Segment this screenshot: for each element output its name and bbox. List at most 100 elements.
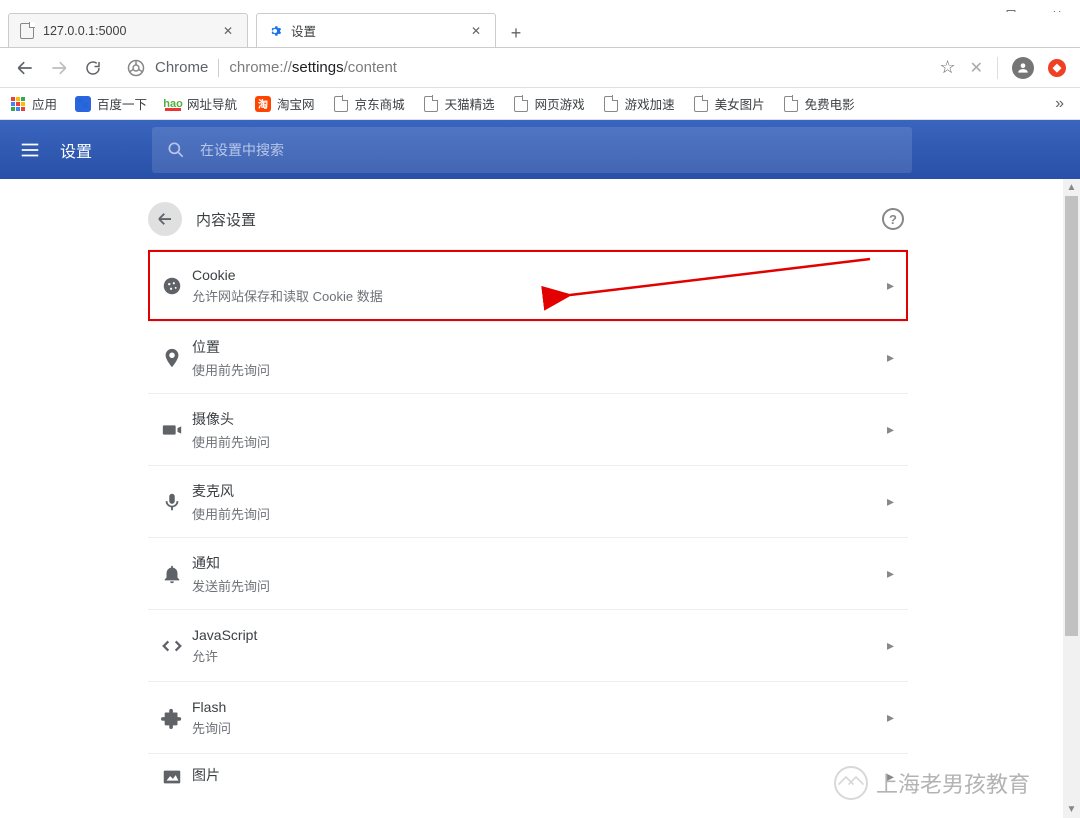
bookmarks-bar: 应用 🐾 百度一下 hao 网址导航 淘 淘宝网 京东商城 天猫精选 网页游戏 …	[0, 88, 1080, 120]
row-mic[interactable]: 麦克风 使用前先询问 ▸	[148, 465, 908, 537]
row-subtitle: 允许	[192, 646, 877, 665]
file-icon	[513, 96, 529, 112]
row-flash[interactable]: Flash 先询问 ▸	[148, 681, 908, 753]
row-subtitle: 使用前先询问	[192, 432, 877, 451]
url-origin: Chrome	[155, 59, 208, 76]
bookmark-taobao[interactable]: 淘 淘宝网	[255, 94, 315, 113]
bookmark-baidu[interactable]: 🐾 百度一下	[75, 94, 147, 113]
file-icon	[783, 96, 799, 112]
row-location[interactable]: 位置 使用前先询问 ▸	[148, 321, 908, 393]
menu-button[interactable]	[0, 120, 60, 179]
scroll-down-icon[interactable]: ▼	[1063, 801, 1080, 818]
cookie-icon	[152, 275, 192, 297]
row-subtitle: 允许网站保存和读取 Cookie 数据	[192, 286, 877, 305]
row-subtitle: 使用前先询问	[192, 360, 877, 379]
toolbar: Chrome chrome://settings/content ☆ ✕ ◆	[0, 48, 1080, 88]
forward-button	[42, 51, 76, 85]
row-title: JavaScript	[192, 627, 877, 643]
file-icon	[333, 96, 349, 112]
url-text: chrome://settings/content	[229, 59, 397, 76]
puzzle-icon	[152, 707, 192, 729]
page-title: 内容设置	[196, 209, 882, 230]
extension-icon[interactable]: ✕	[970, 58, 983, 78]
tab-strip: 127.0.0.1:5000 ✕ 设置 ✕ +	[0, 12, 1080, 48]
reload-button[interactable]	[76, 51, 110, 85]
bookmark-hao[interactable]: hao 网址导航	[165, 94, 237, 113]
bookmark-gameboost[interactable]: 游戏加速	[603, 94, 675, 113]
content-area: 内容设置 ? Cookie 允许网站保存和读取 Cookie 数据 ▸ 位置 使…	[0, 179, 1056, 818]
settings-search[interactable]	[152, 127, 912, 173]
chevron-right-icon: ▸	[877, 709, 904, 726]
row-camera[interactable]: 摄像头 使用前先询问 ▸	[148, 393, 908, 465]
bookmark-tmall[interactable]: 天猫精选	[423, 94, 495, 113]
gear-icon	[267, 23, 283, 39]
close-icon[interactable]: ✕	[467, 22, 485, 40]
window-titlebar	[0, 0, 1080, 12]
profile-avatar[interactable]	[1012, 57, 1034, 79]
bookmarks-overflow[interactable]: »	[1049, 95, 1070, 113]
file-icon	[603, 96, 619, 112]
settings-title: 设置	[60, 138, 92, 162]
search-icon	[166, 140, 186, 160]
card-header: 内容设置 ?	[148, 189, 908, 249]
tab-settings[interactable]: 设置 ✕	[256, 13, 496, 47]
bookmark-webgame[interactable]: 网页游戏	[513, 94, 585, 113]
wechat-icon	[834, 766, 868, 800]
chevron-right-icon: ▸	[877, 421, 904, 438]
row-subtitle: 发送前先询问	[192, 576, 877, 595]
new-tab-button[interactable]: +	[502, 19, 530, 47]
mic-icon	[152, 491, 192, 513]
chrome-icon	[127, 59, 145, 77]
chevron-right-icon: ▸	[877, 277, 904, 294]
watermark: 上海老男孩教育	[834, 766, 1030, 800]
row-title: 位置	[192, 337, 877, 357]
chevron-right-icon: ▸	[877, 349, 904, 366]
settings-search-input[interactable]	[200, 142, 898, 158]
row-title: 摄像头	[192, 409, 877, 429]
bookmark-movie[interactable]: 免费电影	[783, 94, 855, 113]
back-button[interactable]	[8, 51, 42, 85]
row-title: Cookie	[192, 267, 877, 283]
file-icon	[693, 96, 709, 112]
row-title: 图片	[192, 765, 877, 785]
row-title: 通知	[192, 553, 877, 573]
chevron-right-icon: ▸	[877, 493, 904, 510]
bell-icon	[152, 563, 192, 585]
bookmark-apps[interactable]: 应用	[10, 94, 57, 113]
code-icon	[152, 635, 192, 657]
settings-header: 设置	[0, 120, 1080, 179]
scroll-thumb[interactable]	[1065, 196, 1078, 636]
taobao-icon: 淘	[255, 96, 271, 112]
row-subtitle: 先询问	[192, 718, 877, 737]
bookmark-images[interactable]: 美女图片	[693, 94, 765, 113]
star-icon[interactable]: ☆	[939, 57, 955, 78]
file-icon	[423, 96, 439, 112]
notification-icon[interactable]: ◆	[1048, 59, 1066, 77]
scroll-up-icon[interactable]: ▲	[1063, 179, 1080, 196]
row-subtitle: 使用前先询问	[192, 504, 877, 523]
file-icon	[19, 23, 35, 39]
back-button[interactable]	[148, 202, 182, 236]
tab-title: 127.0.0.1:5000	[43, 24, 219, 38]
separator	[218, 59, 219, 77]
row-cookie[interactable]: Cookie 允许网站保存和读取 Cookie 数据 ▸	[148, 249, 908, 321]
row-notifications[interactable]: 通知 发送前先询问 ▸	[148, 537, 908, 609]
paw-icon: 🐾	[75, 96, 91, 112]
tab-title: 设置	[291, 21, 467, 40]
address-bar[interactable]: Chrome chrome://settings/content	[116, 52, 933, 84]
row-images[interactable]: 图片 ▸	[148, 753, 908, 799]
tab-localhost[interactable]: 127.0.0.1:5000 ✕	[8, 13, 248, 47]
row-title: 麦克风	[192, 481, 877, 501]
row-title: Flash	[192, 699, 877, 715]
bookmark-jd[interactable]: 京东商城	[333, 94, 405, 113]
chevron-right-icon: ▸	[877, 565, 904, 582]
row-javascript[interactable]: JavaScript 允许 ▸	[148, 609, 908, 681]
separator	[997, 57, 998, 79]
scrollbar[interactable]: ▲ ▼	[1063, 179, 1080, 818]
camera-icon	[152, 419, 192, 441]
apps-icon	[10, 96, 26, 112]
help-icon[interactable]: ?	[882, 208, 904, 230]
chevron-right-icon: ▸	[877, 637, 904, 654]
close-icon[interactable]: ✕	[219, 22, 237, 40]
image-icon	[152, 766, 192, 788]
